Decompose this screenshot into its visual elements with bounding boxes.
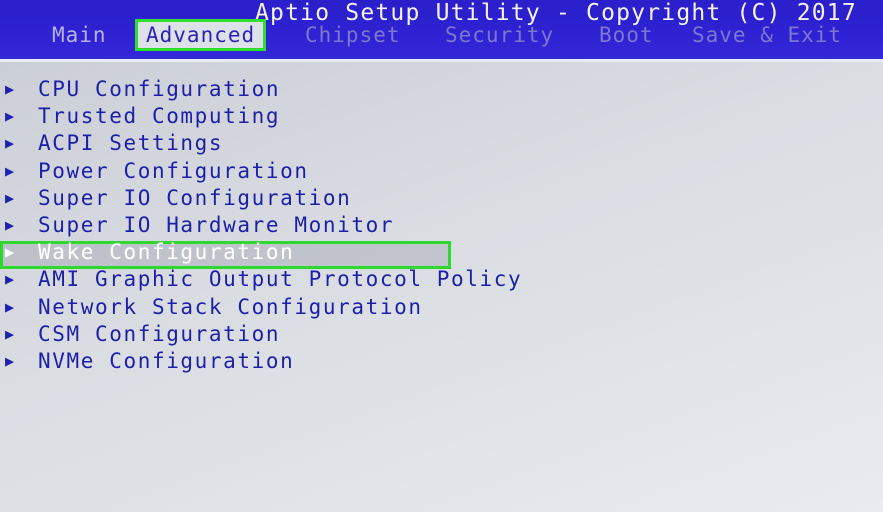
advanced-menu-list: ▶ CPU Configuration ▶ Trusted Computing … bbox=[0, 76, 883, 375]
submenu-arrow-icon: ▶ bbox=[5, 107, 15, 126]
menu-item-power-configuration[interactable]: ▶ Power Configuration bbox=[0, 158, 883, 185]
menu-item-trusted-computing[interactable]: ▶ Trusted Computing bbox=[0, 103, 883, 130]
menu-item-super-io-configuration[interactable]: ▶ Super IO Configuration bbox=[0, 185, 883, 212]
menu-item-super-io-hardware-monitor[interactable]: ▶ Super IO Hardware Monitor bbox=[0, 212, 883, 239]
submenu-arrow-icon: ▶ bbox=[5, 270, 15, 289]
menu-item-label: Wake Configuration bbox=[38, 240, 295, 265]
submenu-arrow-icon: ▶ bbox=[5, 243, 15, 262]
menu-item-label: CPU Configuration bbox=[38, 77, 281, 101]
tab-security[interactable]: Security bbox=[445, 23, 554, 47]
menu-item-label: Power Configuration bbox=[38, 158, 309, 183]
submenu-arrow-icon: ▶ bbox=[5, 134, 15, 153]
menu-item-wake-configuration[interactable]: ▶ Wake Configuration bbox=[0, 239, 883, 270]
menu-item-label: AMI Graphic Output Protocol Policy bbox=[38, 267, 523, 292]
menu-item-label: Network Stack Configuration bbox=[38, 294, 423, 319]
menu-item-acpi-settings[interactable]: ▶ ACPI Settings bbox=[0, 130, 883, 157]
tab-main[interactable]: Main bbox=[52, 23, 107, 47]
tab-boot[interactable]: Boot bbox=[599, 23, 654, 47]
menu-item-label: Trusted Computing bbox=[38, 104, 281, 129]
menu-item-cpu-configuration[interactable]: ▶ CPU Configuration bbox=[0, 76, 883, 103]
menu-item-label: NVMe Configuration bbox=[38, 348, 295, 373]
menu-item-nvme-configuration[interactable]: ▶ NVMe Configuration bbox=[0, 348, 883, 375]
submenu-arrow-icon: ▶ bbox=[5, 161, 15, 180]
tab-chipset[interactable]: Chipset bbox=[305, 23, 401, 47]
submenu-arrow-icon: ▶ bbox=[5, 80, 15, 98]
submenu-arrow-icon: ▶ bbox=[5, 297, 15, 316]
menu-item-label: ACPI Settings bbox=[38, 131, 224, 156]
submenu-arrow-icon: ▶ bbox=[5, 188, 15, 207]
tab-save-exit[interactable]: Save & Exit bbox=[692, 23, 842, 47]
tab-advanced[interactable]: Advanced bbox=[134, 19, 267, 51]
menu-item-label: Super IO Configuration bbox=[38, 185, 352, 210]
menu-item-csm-configuration[interactable]: ▶ CSM Configuration bbox=[0, 321, 883, 348]
menu-item-label: Super IO Hardware Monitor bbox=[38, 212, 395, 237]
submenu-arrow-icon: ▶ bbox=[5, 215, 15, 234]
header-bar: Aptio Setup Utility - Copyright (C) 2017… bbox=[0, 0, 883, 62]
menu-item-label: CSM Configuration bbox=[38, 321, 281, 346]
submenu-arrow-icon: ▶ bbox=[5, 324, 15, 343]
menu-item-ami-graphic-output-protocol-policy[interactable]: ▶ AMI Graphic Output Protocol Policy bbox=[0, 266, 883, 293]
submenu-arrow-icon: ▶ bbox=[5, 351, 15, 370]
menu-item-network-stack-configuration[interactable]: ▶ Network Stack Configuration bbox=[0, 294, 883, 321]
